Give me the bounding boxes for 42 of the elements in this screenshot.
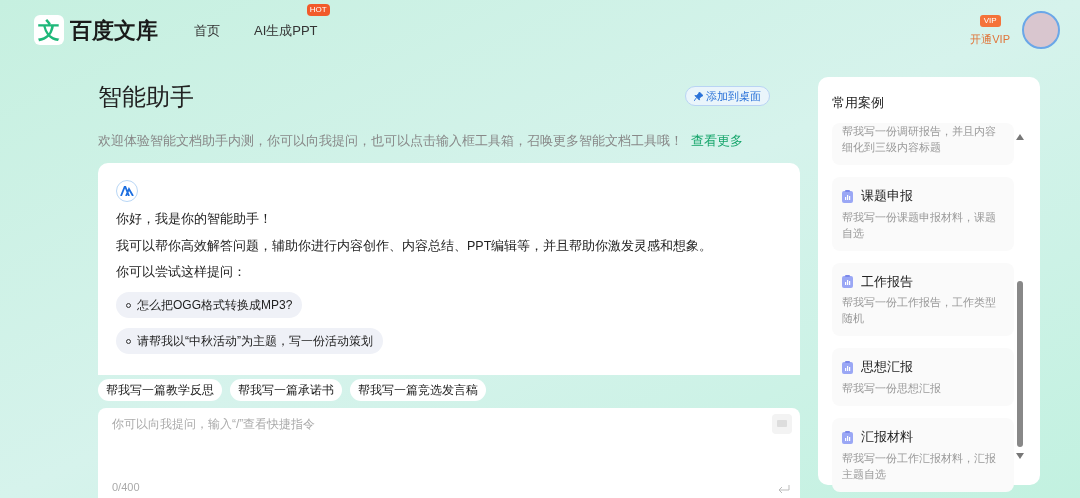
case-description: 帮我写一份工作报告，工作类型随机 [842,295,997,327]
nav-link[interactable]: 首页 [194,23,220,38]
scroll-down-icon[interactable] [1016,453,1024,459]
document-icon [842,361,853,375]
logo-text[interactable]: 百度文库 [70,13,158,47]
case-card[interactable]: 思想汇报 帮我写一份思想汇报 [832,348,1014,406]
case-description: 帮我写一份课题申报材料，课题自选 [842,209,997,241]
case-card[interactable]: 工作报告 帮我写一份工作报告，工作类型随机 [832,262,1014,337]
case-card[interactable]: 汇报材料 帮我写一份工作汇报材料，汇报主题自选 [832,418,1014,492]
panel-title: 常用案例 [832,95,885,112]
avatar[interactable] [1022,11,1060,49]
hot-badge: HOT [306,4,330,16]
character-counter: 0/400 [112,480,140,496]
chat-message-line: 我可以帮你高效解答问题，辅助你进行内容创作、内容总结、PPT编辑等，并且帮助你激发灵感和想象。 [116,237,714,255]
nav-link[interactable]: AI生成PPT [254,23,318,38]
scroll-up-icon[interactable] [1016,134,1024,140]
question-field[interactable]: 你可以向我提问，输入“/”查看快捷指令 [112,414,712,433]
case-card[interactable]: 课题申报 帮我写一份课题申报材料，课题自选 [832,176,1014,251]
pin-icon [694,91,703,101]
toolbox-icon[interactable] [772,413,792,434]
document-icon [842,189,853,203]
case-title: 工作报告 [861,273,913,291]
case-description: 帮我写一份思想汇报 [842,381,942,396]
quick-prompt-chip[interactable]: 帮我写一篇教学反思 [98,378,222,401]
case-title: 汇报材料 [861,429,913,446]
suggested-question[interactable]: 请帮我以“中秋活动”为主题，写一份活动策划 [116,328,383,354]
quick-prompt-chip[interactable]: 帮我写一篇承诺书 [230,378,342,401]
chat-message-line: 你好，我是你的智能助手！ [116,210,273,228]
suggested-question[interactable]: 怎么把OGG格式转换成MP3? [116,292,303,318]
case-description: 帮我写一份调研报告，并且内容细化到三级内容标题 [842,123,997,155]
quick-prompt-chip[interactable]: 帮我写一篇竞选发言稿 [350,378,486,401]
document-icon [842,430,853,444]
case-title: 思想汇报 [861,359,913,377]
chat-message-line: 你可以尝试这样提问： [116,264,247,282]
page-title: 智能助手 [98,82,194,112]
enter-icon [778,484,790,494]
scrollbar-thumb[interactable] [1017,281,1023,447]
case-description: 帮我写一份工作汇报材料，汇报主题自选 [842,450,997,482]
intro-text: 欢迎体验智能文档助手内测，你可以向我提问，也可以点击输入框工具箱，召唤更多智能文档工具哦！ [98,133,683,150]
document-icon [842,275,853,289]
case-title: 课题申报 [861,187,913,205]
pin-to-desktop-button[interactable]: 添加到桌面 [685,85,770,107]
